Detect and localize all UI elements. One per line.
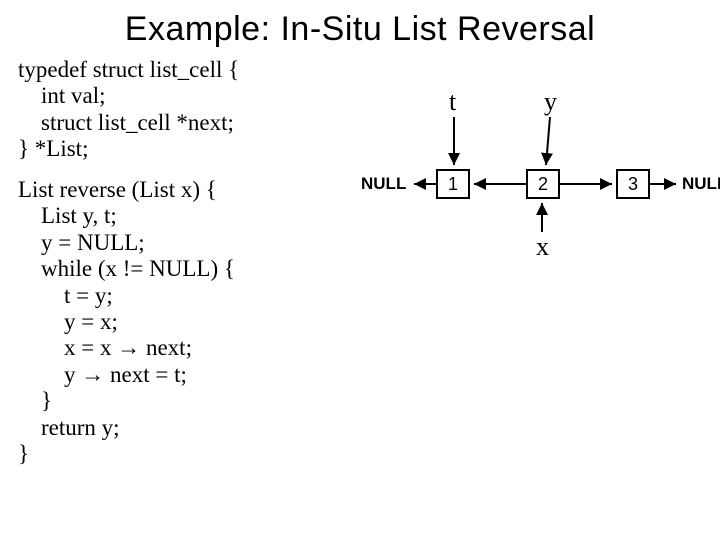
list-node-1: 1 [436, 169, 470, 199]
reverse-code: List reverse (List x) { List y, t; y = N… [18, 177, 368, 468]
list-node-2: 2 [526, 169, 560, 199]
null-right-label: NULL [682, 174, 720, 194]
pointer-label-y: y [544, 87, 557, 117]
code-column: typedef struct list_cell { int val; stru… [0, 57, 374, 468]
content-columns: typedef struct list_cell { int val; stru… [0, 57, 720, 477]
pointer-label-x: x [536, 232, 549, 262]
diagram-area: t y NULL 1 2 3 NULL x [374, 57, 720, 477]
list-node-3: 3 [616, 169, 650, 199]
pointer-label-t: t [449, 87, 456, 117]
slide-title: Example: In-Situ List Reversal [0, 0, 720, 57]
null-left-label: NULL [361, 174, 406, 194]
diagram-arrows [374, 57, 720, 477]
typedef-code: typedef struct list_cell { int val; stru… [18, 57, 368, 163]
